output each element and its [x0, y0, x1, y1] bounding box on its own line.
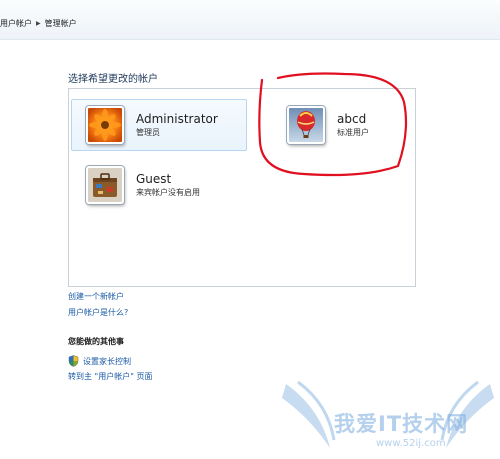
what-is-account-link[interactable]: 用户帐户是什么?	[68, 307, 128, 318]
account-name: Guest	[136, 172, 172, 186]
account-tile-guest[interactable]: Guest 来宾帐户没有启用	[71, 159, 247, 211]
account-type: 来宾帐户没有启用	[136, 188, 200, 197]
watermark-text: 我爱IT技术网	[334, 412, 469, 436]
watermark-url: www.52ij.com	[376, 438, 446, 449]
breadcrumb-item-user-accounts[interactable]: 用户帐户	[0, 18, 32, 29]
address-bar: 用户帐户 ▶ 管理帐户	[0, 0, 500, 40]
create-account-link[interactable]: 创建一个新帐户	[68, 291, 124, 302]
chevron-right-icon[interactable]: ▶	[36, 20, 41, 27]
wings-logo-icon	[282, 380, 494, 448]
suitcase-icon	[86, 166, 124, 204]
account-name: abcd	[337, 112, 367, 126]
page-title: 选择希望更改的帐户	[68, 74, 158, 85]
goto-main-user-accounts-link[interactable]: 转到主 "用户帐户" 页面	[68, 371, 152, 382]
account-type: 标准用户	[337, 128, 369, 137]
hot-air-balloon-icon	[287, 106, 325, 144]
account-tile-abcd[interactable]: abcd 标准用户	[272, 99, 448, 151]
breadcrumb-item-manage-accounts[interactable]: 管理帐户	[45, 18, 77, 29]
other-tasks-title: 您能做的其他事	[68, 337, 124, 346]
breadcrumb: 用户帐户 ▶ 管理帐户	[0, 18, 77, 29]
watermark: 我爱IT技术网 www.52ij.com	[280, 378, 496, 458]
account-type: 管理员	[136, 128, 160, 137]
parental-controls-link[interactable]: 设置家长控制	[83, 356, 131, 367]
parental-controls-row: 设置家长控制	[68, 352, 131, 371]
account-name: Administrator	[136, 112, 218, 126]
account-tile-administrator[interactable]: Administrator 管理员	[71, 99, 247, 151]
shield-icon	[68, 352, 79, 371]
accounts-panel: Administrator 管理员 abcd 标准用户 Guest 来宾帐户没有…	[68, 88, 416, 287]
flower-icon	[86, 106, 124, 144]
